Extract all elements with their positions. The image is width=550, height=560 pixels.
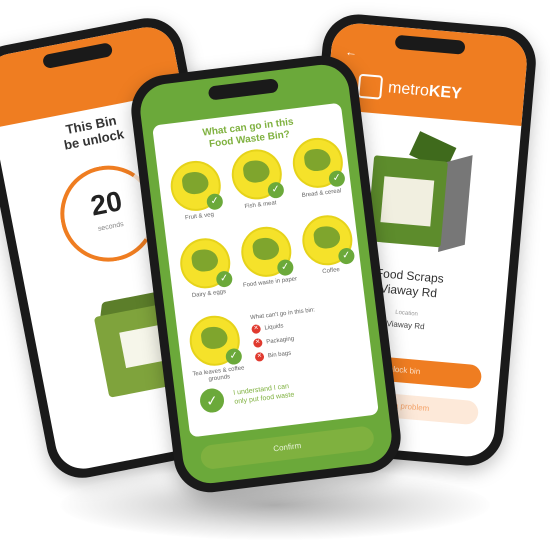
- allowed-item-label: Tea leaves & coffee grounds: [192, 365, 245, 383]
- allowed-item-badge: ✓: [299, 212, 356, 269]
- allowed-items-card: What can go in this Food Waste Bin? ✓ Fr…: [152, 102, 379, 438]
- allowed-item: ✓ Food waste in paper: [235, 223, 298, 290]
- allowed-item-label: Fish & meat: [244, 200, 277, 211]
- check-icon: ✓: [224, 347, 243, 366]
- fish-icon: [242, 158, 271, 184]
- screen: What can go in this Food Waste Bin? ✓ Fr…: [137, 61, 395, 487]
- bin-sticker: [380, 176, 435, 227]
- not-allowed-label: Bin bags: [267, 350, 292, 359]
- fruit-icon: [181, 170, 210, 196]
- check-icon: ✓: [266, 181, 285, 200]
- plant-icon: [200, 325, 229, 351]
- allowed-item-label: Coffee: [322, 266, 341, 276]
- confirm-text: I understand I can only put food waste: [233, 382, 295, 407]
- allowed-item-badge: ✓: [289, 134, 346, 191]
- check-icon: ✓: [276, 258, 295, 277]
- allowed-item-badge: ✓: [228, 146, 285, 203]
- allowed-item-label: Fruit & veg: [184, 211, 215, 222]
- not-allowed-list: What can't go in this bin: ✕ Liquids ✕ Pac…: [250, 306, 336, 367]
- bread-icon: [303, 147, 332, 173]
- allowed-item-label: Food waste in paper: [242, 276, 298, 289]
- check-icon: ✓: [337, 247, 356, 265]
- allowed-item-badge: ✓: [238, 223, 295, 280]
- allowed-item-badge: ✓: [186, 312, 243, 369]
- cross-icon: ✕: [254, 351, 265, 362]
- allowed-item-label: Bread & cereal: [301, 188, 342, 200]
- brand-bold: KEY: [428, 82, 463, 103]
- not-allowed-label: Packaging: [265, 335, 295, 345]
- check-circle-icon[interactable]: ✓: [198, 387, 226, 414]
- not-allowed-label: Liquids: [264, 322, 284, 332]
- check-icon: ✓: [215, 270, 234, 289]
- allowed-item-badge: ✓: [177, 235, 234, 292]
- logo-mark-icon: [357, 73, 384, 100]
- check-icon: ✓: [327, 169, 346, 188]
- allowed-item-label: Dairy & eggs: [191, 289, 227, 300]
- allowed-item-badge: ✓: [167, 158, 224, 214]
- brand-light: metro: [387, 79, 430, 100]
- allowed-item: ✓ Tea leaves & coffee grounds: [184, 312, 248, 386]
- dairy-icon: [190, 247, 220, 273]
- allowed-item: ✓ Fish & meat: [226, 146, 289, 212]
- phone-notch: [207, 78, 279, 101]
- confirm-checkbox[interactable]: ✓ I understand I can only put food waste: [198, 379, 296, 414]
- cross-icon: ✕: [251, 324, 262, 335]
- paper-bag-icon: [251, 236, 281, 262]
- allowed-item: ✓ Dairy & eggs: [174, 235, 237, 301]
- logo-text: metroKEY: [387, 79, 462, 103]
- check-icon: ✓: [205, 192, 224, 211]
- back-arrow-icon[interactable]: ←: [345, 44, 358, 59]
- allowed-item: ✓ Fruit & veg: [165, 158, 228, 224]
- allowed-item: ✓ Coffee: [297, 212, 360, 278]
- cross-icon: ✕: [252, 337, 263, 349]
- coffee-icon: [312, 224, 342, 250]
- allowed-item: ✓ Bread & cereal: [287, 134, 350, 201]
